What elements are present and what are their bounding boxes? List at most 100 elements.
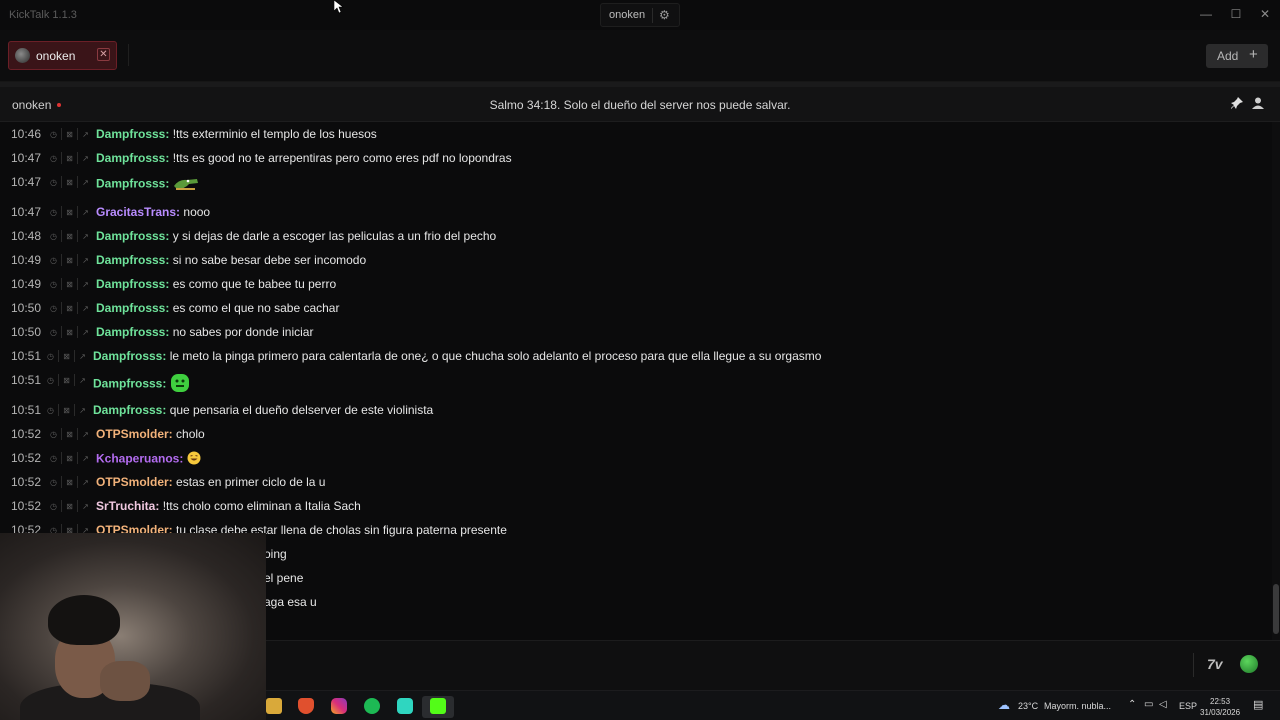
timeout-icon[interactable]: ◷	[48, 231, 59, 242]
chat-input[interactable]	[270, 648, 1190, 682]
timeout-icon[interactable]: ◷	[48, 255, 59, 266]
ban-icon[interactable]: ⊠	[64, 153, 75, 164]
ban-icon[interactable]: ⊠	[64, 429, 75, 440]
chat-message[interactable]: 10:47 ◷ ⊠ ↗ GracitasTrans: nooo	[0, 202, 1272, 222]
chat-message[interactable]: 10:46 ◷ ⊠ ↗ Dampfrosss: !tts exterminio el t…	[0, 124, 1272, 144]
chat-message[interactable]: 10:51 ◷ ⊠ ↗ Dampfrosss: que pensaria el dueñ…	[0, 400, 1272, 420]
scrollbar-thumb[interactable]	[1273, 584, 1279, 634]
pin-message-icon[interactable]: ↗	[80, 303, 91, 314]
username[interactable]: Dampfrosss:	[96, 277, 169, 291]
chat-message[interactable]: 10:49 ◷ ⊠ ↗ Dampfrosss: es como que te babee…	[0, 274, 1272, 294]
add-chat-button[interactable]: Add +	[1206, 44, 1268, 68]
chat-tab-onoken[interactable]: onoken ✕	[8, 41, 117, 70]
chat-message[interactable]: 10:52 ◷ ⊠ ↗ OTPSmolder: cholo	[0, 424, 1272, 444]
timeout-icon[interactable]: ◷	[45, 405, 56, 416]
username[interactable]: Dampfrosss:	[96, 151, 169, 165]
scrollbar-track[interactable]	[1272, 122, 1280, 640]
pin-message-icon[interactable]: ↗	[80, 279, 91, 290]
timeout-icon[interactable]: ◷	[45, 375, 56, 386]
pin-message-icon[interactable]: ↗	[80, 153, 91, 164]
username[interactable]: Dampfrosss:	[96, 177, 169, 191]
chat-message[interactable]: 10:50 ◷ ⊠ ↗ Dampfrosss: es como el que no sa…	[0, 298, 1272, 318]
chat-message[interactable]: 10:52 ◷ ⊠ ↗ OTPSmolder: estas en primer cicl…	[0, 472, 1272, 492]
pin-message-icon[interactable]: ↗	[80, 477, 91, 488]
pin-message-icon[interactable]: ↗	[80, 129, 91, 140]
username[interactable]: Dampfrosss:	[96, 325, 169, 339]
username[interactable]: Dampfrosss:	[96, 127, 169, 141]
chat-message[interactable]: 10:48 ◷ ⊠ ↗ Dampfrosss: y si dejas de darle …	[0, 226, 1272, 246]
username[interactable]: OTPSmolder:	[96, 475, 173, 489]
pin-message-icon[interactable]: ↗	[77, 351, 88, 362]
pin-message-icon[interactable]: ↗	[77, 375, 88, 386]
username[interactable]: Dampfrosss:	[96, 229, 169, 243]
timeout-icon[interactable]: ◷	[48, 177, 59, 188]
username[interactable]: GracitasTrans:	[96, 205, 180, 219]
channel-switcher[interactable]: onoken ⚙	[600, 3, 680, 27]
pin-message-icon[interactable]: ↗	[80, 207, 91, 218]
timeout-icon[interactable]: ◷	[48, 279, 59, 290]
kick-app-icon[interactable]	[430, 698, 446, 714]
timeout-icon[interactable]: ◷	[48, 429, 59, 440]
ban-icon[interactable]: ⊠	[64, 129, 75, 140]
username[interactable]: Dampfrosss:	[93, 403, 166, 417]
chevron-up-icon[interactable]: ⌃	[1128, 699, 1136, 710]
user-icon[interactable]	[1252, 97, 1264, 112]
instagram-icon[interactable]	[331, 698, 347, 714]
weather-temp[interactable]: 23°C	[1018, 701, 1038, 711]
timeout-icon[interactable]: ◷	[48, 501, 59, 512]
pin-message-icon[interactable]: ↗	[80, 177, 91, 188]
file-explorer-icon[interactable]	[266, 698, 282, 714]
username[interactable]: SrTruchita:	[96, 499, 159, 513]
ban-icon[interactable]: ⊠	[61, 405, 72, 416]
timeout-icon[interactable]: ◷	[48, 303, 59, 314]
ban-icon[interactable]: ⊠	[64, 255, 75, 266]
ban-icon[interactable]: ⊠	[64, 477, 75, 488]
seventv-emotes-icon[interactable]: 7v	[1207, 656, 1223, 672]
timeout-icon[interactable]: ◷	[48, 207, 59, 218]
ban-icon[interactable]: ⊠	[61, 375, 72, 386]
weather-desc[interactable]: Mayorm. nubla...	[1044, 701, 1111, 711]
timeout-icon[interactable]: ◷	[48, 453, 59, 464]
chat-message[interactable]: 10:47 ◷ ⊠ ↗ Dampfrosss:	[0, 172, 1272, 192]
username[interactable]: Dampfrosss:	[93, 377, 166, 391]
ban-icon[interactable]: ⊠	[64, 279, 75, 290]
timeout-icon[interactable]: ◷	[45, 351, 56, 362]
language-indicator[interactable]: ESP	[1179, 701, 1197, 711]
ban-icon[interactable]: ⊠	[64, 207, 75, 218]
ban-icon[interactable]: ⊠	[61, 351, 72, 362]
ban-icon[interactable]: ⊠	[64, 327, 75, 338]
pin-icon[interactable]	[1231, 97, 1243, 112]
pin-message-icon[interactable]: ↗	[80, 327, 91, 338]
username[interactable]: Kchaperuanos:	[96, 452, 183, 466]
pin-message-icon[interactable]: ↗	[77, 405, 88, 416]
timeout-icon[interactable]: ◷	[48, 327, 59, 338]
notification-icon[interactable]: ▤	[1253, 698, 1263, 711]
system-clock[interactable]: 22:53 31/03/2026	[1200, 696, 1240, 718]
username[interactable]: Dampfrosss:	[93, 349, 166, 363]
discord-like-app-icon[interactable]	[397, 698, 413, 714]
spotify-icon[interactable]	[364, 698, 380, 714]
pin-message-icon[interactable]: ↗	[80, 429, 91, 440]
maximize-button[interactable]: ☐	[1228, 7, 1244, 21]
pin-message-icon[interactable]: ↗	[80, 231, 91, 242]
ban-icon[interactable]: ⊠	[64, 303, 75, 314]
timeout-icon[interactable]: ◷	[48, 477, 59, 488]
ban-icon[interactable]: ⊠	[64, 177, 75, 188]
pin-message-icon[interactable]: ↗	[80, 255, 91, 266]
pin-message-icon[interactable]: ↗	[80, 501, 91, 512]
timeout-icon[interactable]: ◷	[48, 129, 59, 140]
chat-message[interactable]: 10:52 ◷ ⊠ ↗ SrTruchita: !tts cholo como elim…	[0, 496, 1272, 516]
chat-message[interactable]: 10:51 ◷ ⊠ ↗ Dampfrosss: le meto la pinga pri…	[0, 346, 1272, 366]
chat-message[interactable]: 10:52 ◷ ⊠ ↗ Kchaperuanos:	[0, 448, 1272, 468]
brave-browser-icon[interactable]	[298, 698, 314, 714]
username[interactable]: Dampfrosss:	[96, 301, 169, 315]
gear-icon[interactable]: ⚙	[659, 8, 670, 22]
chat-message[interactable]: 10:47 ◷ ⊠ ↗ Dampfrosss: !tts es good no te a…	[0, 148, 1272, 168]
ban-icon[interactable]: ⊠	[64, 501, 75, 512]
close-tab-icon[interactable]: ✕	[97, 48, 110, 61]
minimize-button[interactable]: —	[1198, 7, 1214, 21]
emote-picker-icon[interactable]	[1240, 655, 1258, 673]
ban-icon[interactable]: ⊠	[64, 231, 75, 242]
username[interactable]: OTPSmolder:	[96, 427, 173, 441]
username[interactable]: Dampfrosss:	[96, 253, 169, 267]
